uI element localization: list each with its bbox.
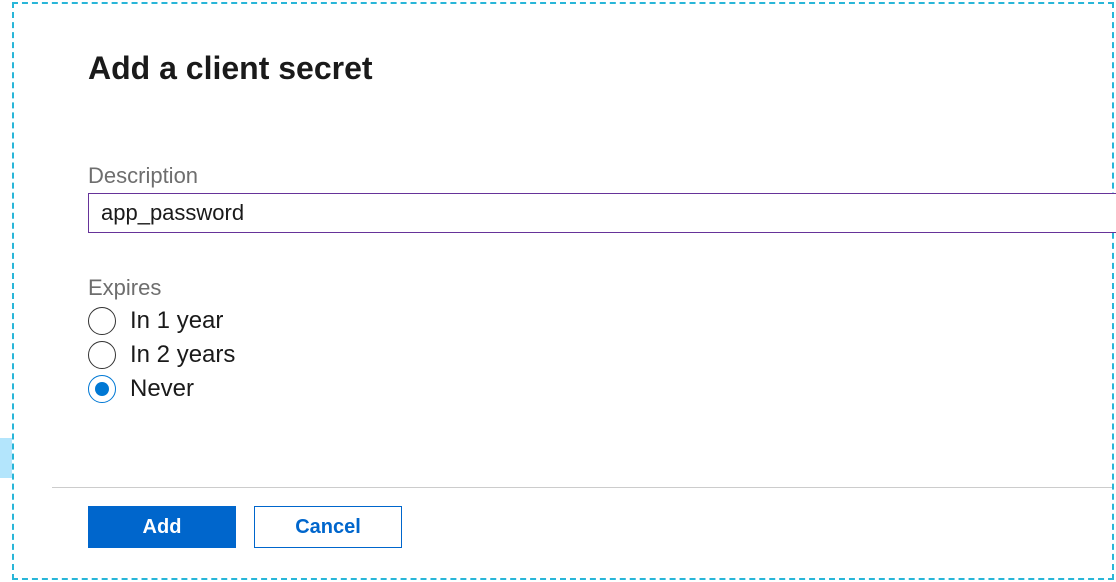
expires-section: Expires In 1 year In 2 years N [88,275,1112,403]
radio-label: In 1 year [130,307,223,335]
radio-label: Never [130,375,194,403]
left-accent-bar [0,438,12,478]
radio-icon-selected [88,375,116,403]
radio-icon [88,307,116,335]
selection-frame: Add a client secret Description Expires … [12,2,1114,580]
radio-dot-icon [95,382,109,396]
radio-option-1-year[interactable]: In 1 year [88,307,1112,335]
form-section: Description Expires In 1 year In 2 years [88,163,1112,403]
add-client-secret-panel: Add a client secret Description Expires … [52,22,1112,578]
radio-label: In 2 years [130,341,235,369]
radio-option-never[interactable]: Never [88,375,1112,403]
cancel-button[interactable]: Cancel [254,506,402,548]
add-button[interactable]: Add [88,506,236,548]
description-label: Description [88,163,1112,189]
expires-radio-group: In 1 year In 2 years Never [88,307,1112,403]
expires-label: Expires [88,275,1112,301]
divider-line [52,487,1112,488]
radio-option-2-years[interactable]: In 2 years [88,341,1112,369]
button-row: Add Cancel [88,506,402,548]
description-input[interactable] [88,193,1116,233]
radio-icon [88,341,116,369]
panel-title: Add a client secret [88,50,1112,87]
